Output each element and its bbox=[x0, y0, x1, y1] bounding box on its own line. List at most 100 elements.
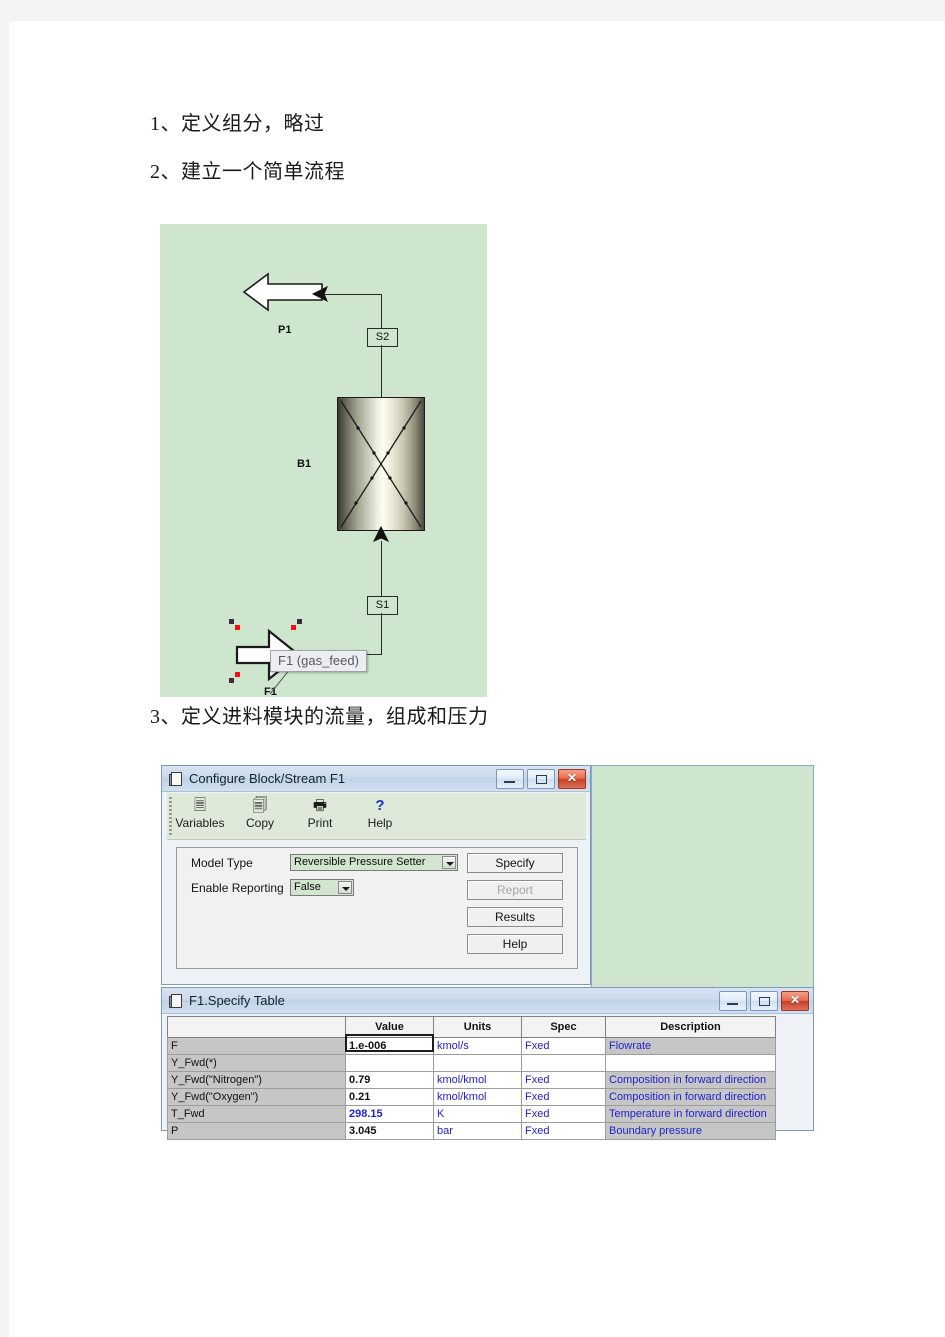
table-row[interactable]: P 3.045 bar Fxed Boundary pressure bbox=[167, 1122, 776, 1140]
specify-button[interactable]: Specify bbox=[467, 853, 563, 873]
specify-window-titlebar[interactable]: F1.Specify Table ✕ bbox=[162, 988, 813, 1014]
cell-value[interactable]: 298.15 bbox=[345, 1105, 434, 1123]
selection-handle[interactable] bbox=[235, 625, 240, 630]
chevron-down-icon[interactable] bbox=[338, 881, 352, 894]
cell-value[interactable]: 0.21 bbox=[345, 1088, 434, 1106]
help-icon: ? bbox=[375, 797, 385, 814]
selection-handle[interactable] bbox=[297, 619, 302, 624]
doc-line-2: 2、建立一个简单流程 bbox=[150, 161, 345, 183]
chevron-down-icon[interactable] bbox=[442, 856, 456, 869]
stream-box-s2[interactable]: S2 bbox=[367, 328, 398, 347]
flow-arrowhead-p1 bbox=[312, 286, 328, 303]
block-label-b1: B1 bbox=[297, 458, 312, 470]
doc-line-3: 3、定义进料模块的流量，组成和压力 bbox=[150, 706, 489, 728]
selection-handle[interactable] bbox=[235, 672, 240, 677]
cell-value[interactable]: 3.045 bbox=[345, 1122, 434, 1140]
close-button[interactable]: ✕ bbox=[558, 769, 586, 789]
flow-arrowhead-b1 bbox=[373, 526, 390, 542]
cell-value[interactable] bbox=[345, 1054, 434, 1072]
cell-units[interactable]: kmol/kmol bbox=[433, 1088, 522, 1106]
table-row[interactable]: F 1.e-006 kmol/s Fxed Flowrate bbox=[167, 1037, 776, 1055]
table-row[interactable]: Y_Fwd(*) bbox=[167, 1054, 776, 1072]
cell-description[interactable]: Flowrate bbox=[605, 1037, 776, 1055]
specify-window-title: F1.Specify Table bbox=[189, 993, 285, 1008]
cell-name[interactable]: Y_Fwd(*) bbox=[167, 1054, 346, 1072]
stream-box-s1[interactable]: S1 bbox=[367, 596, 398, 615]
cell-spec[interactable]: Fxed bbox=[521, 1037, 606, 1055]
cell-name[interactable]: F bbox=[167, 1037, 346, 1055]
col-header-name[interactable] bbox=[167, 1016, 346, 1038]
variables-icon: 🗏 bbox=[193, 797, 207, 814]
minimize-button[interactable] bbox=[719, 991, 747, 1011]
configure-block-stream-window[interactable]: Configure Block/Stream F1 ✕ 🗏 Variables … bbox=[161, 765, 591, 985]
cell-spec[interactable] bbox=[521, 1054, 606, 1072]
configure-window-title: Configure Block/Stream F1 bbox=[189, 771, 346, 786]
cell-name[interactable]: P bbox=[167, 1122, 346, 1140]
col-header-description[interactable]: Description bbox=[605, 1016, 776, 1038]
cell-units[interactable]: kmol/s bbox=[433, 1037, 522, 1055]
selection-handle[interactable] bbox=[229, 678, 234, 683]
table-row[interactable]: T_Fwd 298.15 K Fxed Temperature in forward d… bbox=[167, 1105, 776, 1123]
app-canvas-background bbox=[591, 765, 814, 989]
specify-table-window[interactable]: F1.Specify Table ✕ Value Units Spec Desc… bbox=[161, 987, 814, 1140]
configure-form-panel: Model Type Reversible Pressure Setter En… bbox=[176, 847, 578, 969]
cell-units[interactable]: K bbox=[433, 1105, 522, 1123]
cell-description[interactable] bbox=[605, 1054, 776, 1072]
cell-description[interactable]: Boundary pressure bbox=[605, 1122, 776, 1140]
cell-description[interactable]: Composition in forward direction bbox=[605, 1071, 776, 1089]
print-icon: 🖶 bbox=[312, 797, 328, 814]
help-button[interactable]: Help bbox=[467, 934, 563, 954]
pipe-s1-to-b1 bbox=[381, 541, 383, 596]
document-page: 1、定义组分，略过 2、建立一个简单流程 3、定义进料模块的流量，组成和压力 P… bbox=[9, 21, 945, 1337]
doc-line-1: 1、定义组分，略过 bbox=[150, 113, 325, 135]
cell-description[interactable]: Temperature in forward direction bbox=[605, 1105, 776, 1123]
cell-name[interactable]: Y_Fwd("Oxygen") bbox=[167, 1088, 346, 1106]
results-button[interactable]: Results bbox=[467, 907, 563, 927]
cell-units[interactable]: kmol/kmol bbox=[433, 1071, 522, 1089]
cell-units[interactable]: bar bbox=[433, 1122, 522, 1140]
toolbar-variables-button[interactable]: 🗏 Variables bbox=[169, 795, 231, 830]
toolbar-help-button[interactable]: ? Help bbox=[349, 795, 411, 830]
table-row[interactable]: Y_Fwd("Nitrogen") 0.79 kmol/kmol Fxed Compos… bbox=[167, 1071, 776, 1089]
minimize-button[interactable] bbox=[496, 769, 524, 789]
col-header-value[interactable]: Value bbox=[345, 1016, 434, 1038]
selection-handle[interactable] bbox=[291, 625, 296, 630]
enable-reporting-label: Enable Reporting bbox=[191, 881, 284, 895]
pipe-s2-to-b1 bbox=[381, 345, 383, 397]
flowsheet-canvas[interactable]: P1 S2 B1 S1 F1 bbox=[160, 224, 487, 698]
cell-description[interactable]: Composition in forward direction bbox=[605, 1088, 776, 1106]
cell-spec[interactable]: Fxed bbox=[521, 1088, 606, 1106]
pipe-s2-horizontal bbox=[324, 294, 382, 296]
feed-tooltip: F1 (gas_feed) bbox=[270, 650, 367, 672]
col-header-spec[interactable]: Spec bbox=[521, 1016, 606, 1038]
cell-spec[interactable]: Fxed bbox=[521, 1071, 606, 1089]
close-button[interactable]: ✕ bbox=[781, 991, 809, 1011]
model-type-label: Model Type bbox=[191, 856, 253, 870]
specify-table[interactable]: Value Units Spec Description F 1.e-006 kmo… bbox=[167, 1016, 776, 1140]
unit-block-b1[interactable] bbox=[337, 397, 425, 531]
cell-name[interactable]: T_Fwd bbox=[167, 1105, 346, 1123]
table-row[interactable]: Y_Fwd("Oxygen") 0.21 kmol/kmol Fxed Composit… bbox=[167, 1088, 776, 1106]
pipe-f1-vertical bbox=[381, 613, 383, 655]
table-header-row: Value Units Spec Description bbox=[167, 1016, 776, 1038]
cell-spec[interactable]: Fxed bbox=[521, 1105, 606, 1123]
cell-value[interactable]: 0.79 bbox=[345, 1071, 434, 1089]
cell-value[interactable]: 1.e-006 bbox=[345, 1037, 434, 1055]
product-label-p1: P1 bbox=[278, 324, 292, 336]
cell-name[interactable]: Y_Fwd("Nitrogen") bbox=[167, 1071, 346, 1089]
col-header-units[interactable]: Units bbox=[433, 1016, 522, 1038]
b1-cross-icon bbox=[340, 400, 422, 528]
window-app-icon bbox=[168, 771, 183, 786]
configure-window-titlebar[interactable]: Configure Block/Stream F1 ✕ bbox=[162, 766, 590, 792]
maximize-button[interactable] bbox=[527, 769, 555, 789]
maximize-button[interactable] bbox=[750, 991, 778, 1011]
model-type-select[interactable]: Reversible Pressure Setter bbox=[290, 854, 458, 871]
copy-icon: 🗐 bbox=[252, 797, 268, 814]
toolbar-copy-button[interactable]: 🗐 Copy bbox=[229, 795, 291, 830]
cell-units[interactable] bbox=[433, 1054, 522, 1072]
window-app-icon bbox=[168, 993, 183, 1008]
toolbar-print-button[interactable]: 🖶 Print bbox=[289, 795, 351, 830]
selection-handle[interactable] bbox=[229, 619, 234, 624]
cell-spec[interactable]: Fxed bbox=[521, 1122, 606, 1140]
enable-reporting-select[interactable]: False bbox=[290, 879, 354, 896]
